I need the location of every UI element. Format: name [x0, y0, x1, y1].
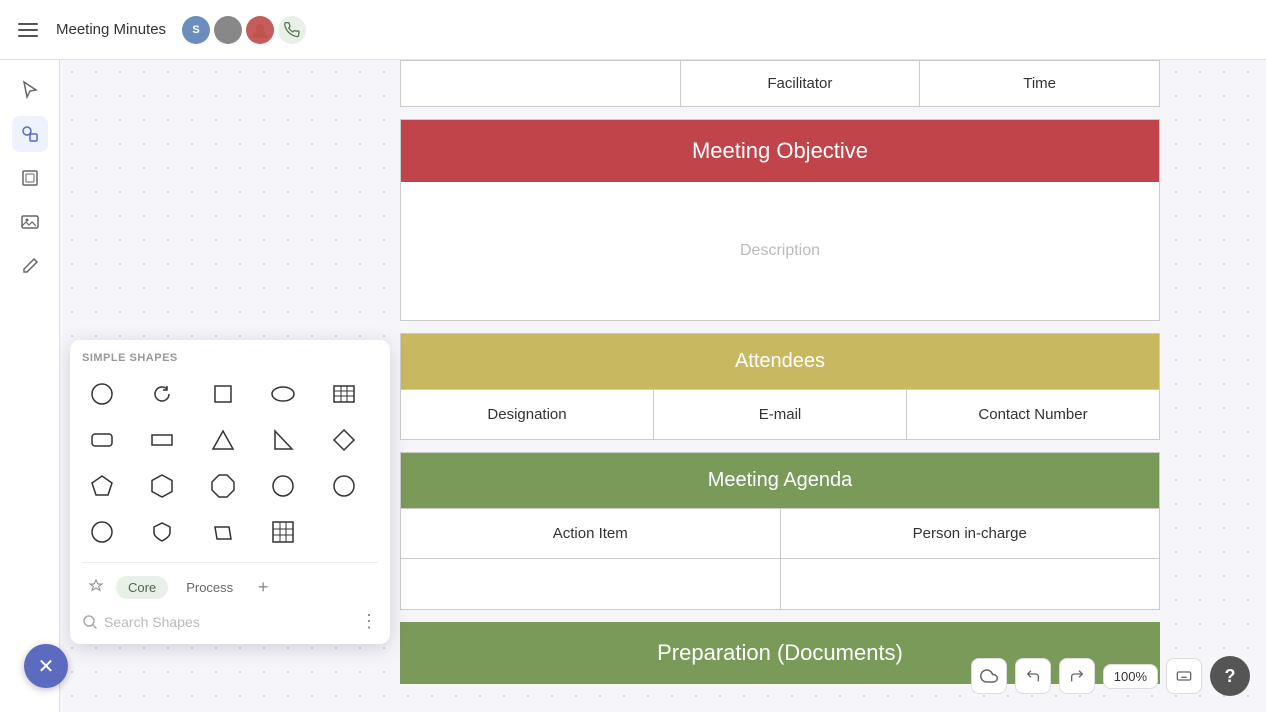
shapes-tool[interactable]: [12, 116, 48, 152]
fab-close-button[interactable]: ✕: [24, 644, 68, 688]
help-icon: ?: [1225, 666, 1236, 687]
avatar-r: [246, 16, 274, 44]
objective-header: Meeting Objective: [401, 120, 1159, 182]
attendees-email: E-mail: [654, 390, 907, 439]
redo-button[interactable]: [1059, 658, 1095, 694]
attendees-designation: Designation: [401, 390, 654, 439]
process-tab[interactable]: Process: [174, 576, 245, 599]
collaborators: S: [182, 16, 306, 44]
undo-button[interactable]: [1015, 658, 1051, 694]
help-button[interactable]: ?: [1210, 656, 1250, 696]
search-placeholder: Search Shapes: [104, 614, 200, 630]
cursor-tool[interactable]: [12, 72, 48, 108]
image-tool[interactable]: [12, 204, 48, 240]
objective-body[interactable]: Description: [401, 182, 1159, 320]
objective-placeholder: Description: [740, 242, 820, 259]
agenda-person: Person in-charge: [781, 509, 1160, 558]
agenda-cols: Action Item Person in-charge: [401, 508, 1159, 558]
shape-octagon[interactable]: [203, 466, 243, 506]
shape-right-triangle[interactable]: [263, 420, 303, 460]
close-icon: ✕: [38, 654, 55, 679]
bottom-controls: 100% ?: [971, 656, 1250, 696]
attendees-cols: Designation E-mail Contact Number: [401, 389, 1159, 439]
agenda-header: Meeting Agenda: [401, 453, 1159, 508]
attendees-section: Attendees Designation E-mail Contact Num…: [400, 333, 1160, 440]
shape-rounded-rect[interactable]: [82, 420, 122, 460]
avatar-s: S: [182, 16, 210, 44]
frame-tool[interactable]: [12, 160, 48, 196]
document-content: Facilitator Time Meeting Objective Descr…: [400, 60, 1160, 684]
agenda-section: Meeting Agenda Action Item Person in-cha…: [400, 452, 1160, 610]
topbar: Meeting Minutes S: [0, 0, 1266, 60]
zoom-level: 100%: [1103, 664, 1158, 689]
core-tab[interactable]: Core: [116, 576, 168, 599]
shapes-grid-1: [82, 374, 378, 552]
star-tab-icon[interactable]: [82, 573, 110, 601]
header-facilitator: Facilitator: [681, 61, 921, 106]
keyboard-button[interactable]: [1166, 658, 1202, 694]
panel-search: Search Shapes ⋮: [82, 611, 378, 632]
shape-refresh[interactable]: [142, 374, 182, 414]
shape-triangle[interactable]: [203, 420, 243, 460]
attendees-contact: Contact Number: [907, 390, 1159, 439]
shape-circle2[interactable]: [263, 466, 303, 506]
shape-parallelogram[interactable]: [203, 512, 243, 552]
call-button[interactable]: [278, 16, 306, 44]
agenda-empty-row: [401, 558, 1159, 609]
shape-ellipse[interactable]: [263, 374, 303, 414]
header-row: Facilitator Time: [400, 60, 1160, 107]
shape-rect[interactable]: [142, 420, 182, 460]
agenda-empty-1: [401, 559, 781, 609]
more-options-button[interactable]: ⋮: [360, 611, 378, 632]
section-label: SIMPLE SHAPES: [82, 352, 378, 364]
shape-table[interactable]: [324, 374, 364, 414]
panel-tabs: Core Process +: [82, 562, 378, 601]
shape-square[interactable]: [203, 374, 243, 414]
shape-circle4[interactable]: [82, 512, 122, 552]
shape-grid[interactable]: [263, 512, 303, 552]
header-col1: [401, 61, 681, 106]
objective-section: Meeting Objective Description: [400, 119, 1160, 321]
agenda-action: Action Item: [401, 509, 781, 558]
shape-circle[interactable]: [82, 374, 122, 414]
shape-hexagon[interactable]: [142, 466, 182, 506]
document-title: Meeting Minutes: [56, 21, 166, 38]
search-input-wrapper[interactable]: Search Shapes: [82, 614, 352, 630]
cloud-save-button[interactable]: [971, 658, 1007, 694]
draw-tool[interactable]: [12, 248, 48, 284]
canvas[interactable]: SIMPLE SHAPES: [60, 60, 1266, 712]
add-tab-button[interactable]: +: [251, 575, 275, 599]
header-time: Time: [920, 61, 1159, 106]
shape-shield[interactable]: [142, 512, 182, 552]
agenda-empty-2: [781, 559, 1160, 609]
avatar-b: [214, 16, 242, 44]
shape-panel: SIMPLE SHAPES: [70, 340, 390, 644]
shape-empty: [324, 512, 364, 552]
shape-circle3[interactable]: [324, 466, 364, 506]
shape-diamond[interactable]: [324, 420, 364, 460]
shape-pentagon[interactable]: [82, 466, 122, 506]
menu-button[interactable]: [12, 14, 44, 46]
attendees-header: Attendees: [401, 334, 1159, 389]
left-sidebar: [0, 60, 60, 712]
